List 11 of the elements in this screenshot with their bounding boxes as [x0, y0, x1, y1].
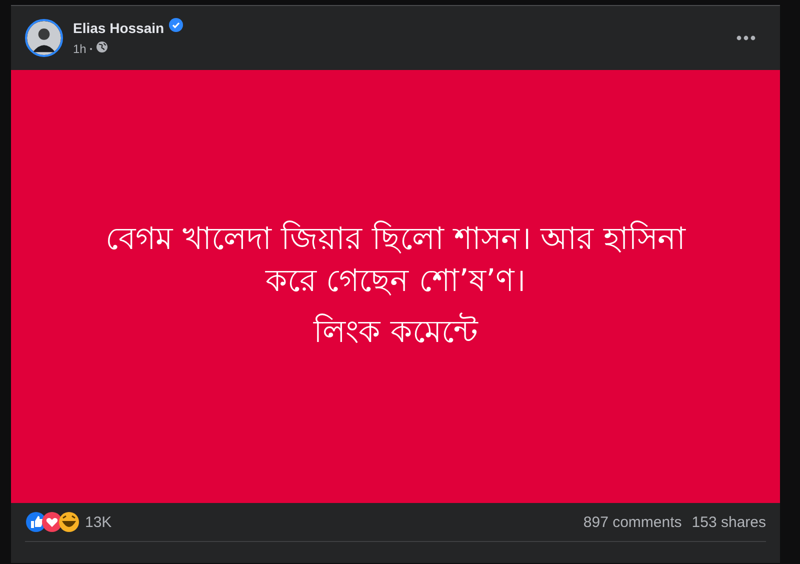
reaction-count[interactable]: 13K	[85, 514, 112, 530]
post-text: বেগম খালেদা জিয়ার ছিলো শাসন। আর হাসিনা করে গেছেন শো’ষ’ণ।	[104, 220, 687, 301]
post-text: লিংক কমেন্টে	[314, 312, 478, 352]
shares-count[interactable]: 153 shares	[692, 514, 766, 530]
globe-icon[interactable]	[96, 41, 108, 53]
post-time[interactable]: 1h	[73, 42, 86, 56]
reactions-icon[interactable]	[25, 511, 81, 533]
author-name[interactable]: Elias Hossain	[73, 20, 164, 36]
avatar[interactable]	[25, 19, 63, 57]
comments-count[interactable]: 897 comments	[583, 514, 682, 530]
more-options-icon[interactable]	[736, 35, 756, 41]
